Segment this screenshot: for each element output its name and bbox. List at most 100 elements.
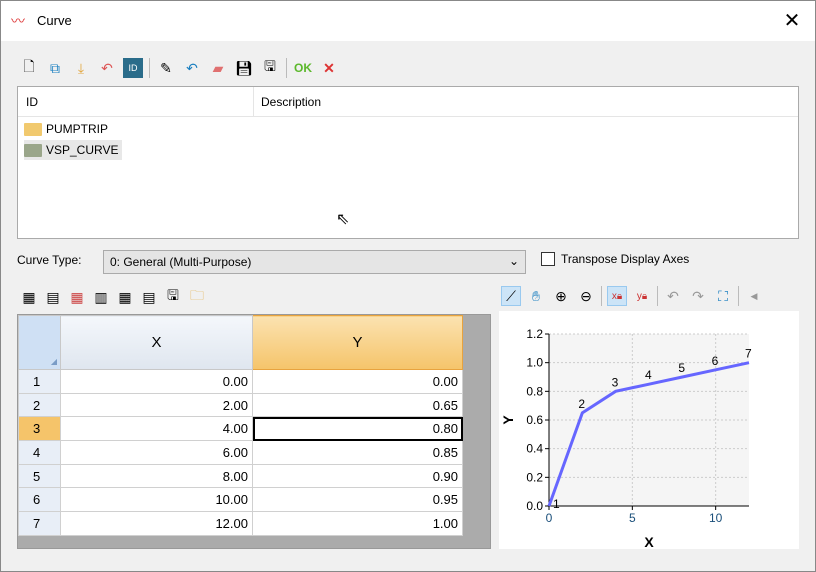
table-row[interactable]: 4 6.00 0.85 <box>18 440 463 465</box>
rename-icon[interactable]: ↶ <box>97 58 117 78</box>
close-button[interactable]: ✕ <box>777 7 807 35</box>
column-header-y[interactable]: Y <box>252 315 463 370</box>
y-axis-label: Y <box>500 415 516 425</box>
cell-x[interactable]: 6.00 <box>60 440 253 465</box>
x-tick-label: 10 <box>709 511 723 525</box>
curve-chart[interactable]: 0.0 0.2 0.4 0.6 0.8 1.0 1.2 0 5 10 1 2 3 4 5 6 7 X Y <box>499 311 799 550</box>
draw-curve-icon[interactable]: ⟋ <box>501 286 521 306</box>
cell-y[interactable]: 0.65 <box>252 392 463 418</box>
row-header[interactable]: 2 <box>18 392 61 418</box>
curve-type-select[interactable]: 0: General (Multi-Purpose) ⌄ <box>103 250 526 274</box>
row-header[interactable]: 1 <box>18 369 61 394</box>
lock-x-icon[interactable]: x🔒︎ <box>607 286 627 306</box>
chart-panel: 0.0 0.2 0.4 0.6 0.8 1.0 1.2 0 5 10 1 2 3 4 5 6 7 X Y <box>499 311 799 550</box>
x-tick-label: 0 <box>546 511 553 525</box>
zoom-out-icon[interactable]: ⊖ <box>576 286 596 306</box>
table-row[interactable]: 1 0.00 0.00 <box>18 369 463 394</box>
save-icon[interactable]: 💾︎ <box>234 58 254 78</box>
column-header-x[interactable]: X <box>60 315 253 370</box>
y-tick-label: 0.0 <box>526 499 543 513</box>
cell-y[interactable]: 0.90 <box>252 463 463 489</box>
cell-x[interactable]: 8.00 <box>60 463 253 489</box>
delete-row-icon[interactable]: ▦ <box>67 287 87 307</box>
column-id[interactable]: ID <box>26 95 38 109</box>
cancel-button[interactable]: ✕ <box>319 58 339 78</box>
cell-x[interactable]: 0.00 <box>60 369 253 394</box>
cell-y[interactable]: 0.95 <box>252 487 463 513</box>
table-row[interactable]: 5 8.00 0.90 <box>18 463 463 489</box>
point-label: 2 <box>578 397 585 411</box>
list-header: ID Description <box>18 87 798 117</box>
y-tick-label: 1.2 <box>526 327 543 341</box>
cell-x[interactable]: 12.00 <box>60 511 253 536</box>
open-folder-icon[interactable]: 🗀 <box>187 287 207 307</box>
point-label: 6 <box>712 354 719 368</box>
new-icon[interactable]: 🗋 <box>19 58 39 78</box>
table-row[interactable]: 2 2.00 0.65 <box>18 392 463 418</box>
x-tick-label: 5 <box>629 511 636 525</box>
columns-icon[interactable]: ▥ <box>91 287 111 307</box>
point-label: 1 <box>553 497 560 511</box>
import-icon[interactable]: ⤓ <box>71 58 91 78</box>
row-header[interactable]: 4 <box>18 440 61 465</box>
add-row-icon[interactable]: ▦ <box>19 287 39 307</box>
edit-icon[interactable]: ✎ <box>156 58 176 78</box>
row-header[interactable]: 7 <box>18 511 61 536</box>
cell-x[interactable]: 2.00 <box>60 392 253 418</box>
curve-app-icon: 〰 <box>11 13 25 29</box>
redo-zoom-icon[interactable]: ↷ <box>688 286 708 306</box>
grid-toolbar: ▦ ▤ ▦ ▥ ▦ ▤ 🖫 🗀 <box>19 287 207 307</box>
ok-button[interactable]: OK <box>293 58 313 78</box>
chart-toolbar: ⟋ ✋︎ ⊕ ⊖ x🔒︎ y🔒︎ ↶ ↷ ⛶ ◀ <box>501 286 764 306</box>
data-grid[interactable]: ◢ X Y 1 0.00 0.00 2 2.00 0.65 3 4.00 0.80 4 6.00 0.… <box>17 314 491 549</box>
folder-open-icon <box>24 143 42 157</box>
pan-icon[interactable]: ✋︎ <box>526 286 546 306</box>
copy-icon[interactable]: ⧉ <box>45 58 65 78</box>
cell-y[interactable]: 0.80 <box>252 416 463 442</box>
insert-row-icon[interactable]: ▤ <box>43 287 63 307</box>
cell-y[interactable]: 0.00 <box>252 369 463 394</box>
row-header[interactable]: 3 <box>18 416 61 442</box>
table-row[interactable]: 3 4.00 0.80 <box>18 416 463 442</box>
checkbox-icon[interactable] <box>541 252 555 266</box>
y-tick-label: 1.0 <box>526 356 543 370</box>
y-tick-label: 0.2 <box>526 470 543 484</box>
cell-y[interactable]: 0.85 <box>252 440 463 465</box>
save-grid-icon[interactable]: 🖫 <box>163 287 183 307</box>
table-row[interactable]: 6 10.00 0.95 <box>18 487 463 513</box>
table-row[interactable]: 7 12.00 1.00 <box>18 511 463 536</box>
undo-icon[interactable]: ↶ <box>182 58 202 78</box>
curve-list[interactable]: ID Description PUMPTRIP VSP_CURVE ⇖ <box>17 86 799 239</box>
fit-icon[interactable]: ⛶ <box>713 286 733 306</box>
cell-y[interactable]: 1.00 <box>252 511 463 536</box>
save-new-icon[interactable]: 🖫 <box>260 58 280 78</box>
mouse-cursor-icon: ⇖ <box>336 211 350 228</box>
x-axis-label: X <box>644 534 654 549</box>
erase-icon[interactable]: ▰ <box>208 58 228 78</box>
point-label: 7 <box>745 347 752 361</box>
select-all-corner[interactable]: ◢ <box>18 315 61 370</box>
transpose-checkbox[interactable]: Transpose Display Axes <box>541 252 689 266</box>
zoom-in-icon[interactable]: ⊕ <box>551 286 571 306</box>
cell-x[interactable]: 4.00 <box>60 416 253 442</box>
title-bar: 〰 Curve ✕ <box>1 1 815 41</box>
list-item[interactable]: PUMPTRIP <box>24 119 112 139</box>
edit-grid-icon[interactable]: ▦ <box>115 287 135 307</box>
chevron-down-icon: ⌄ <box>508 254 519 268</box>
point-label: 4 <box>645 368 652 382</box>
scroll-left-icon[interactable]: ◀ <box>744 286 764 306</box>
point-label: 5 <box>678 361 685 375</box>
row-header[interactable]: 6 <box>18 487 61 513</box>
lock-y-icon[interactable]: y🔒︎ <box>632 286 652 306</box>
row-header[interactable]: 5 <box>18 463 61 489</box>
list-item-selected[interactable]: VSP_CURVE <box>24 140 123 160</box>
undo-zoom-icon[interactable]: ↶ <box>663 286 683 306</box>
sort-icon[interactable]: ▤ <box>139 287 159 307</box>
window-title: Curve <box>37 13 72 28</box>
y-tick-label: 0.6 <box>526 413 543 427</box>
column-description[interactable]: Description <box>261 95 321 109</box>
id-icon[interactable]: ID <box>123 58 143 78</box>
main-toolbar: 🗋 ⧉ ⤓ ↶ ID ✎ ↶ ▰ 💾︎ 🖫 OK ✕ <box>19 58 339 78</box>
cell-x[interactable]: 10.00 <box>60 487 253 513</box>
folder-icon <box>24 122 42 136</box>
